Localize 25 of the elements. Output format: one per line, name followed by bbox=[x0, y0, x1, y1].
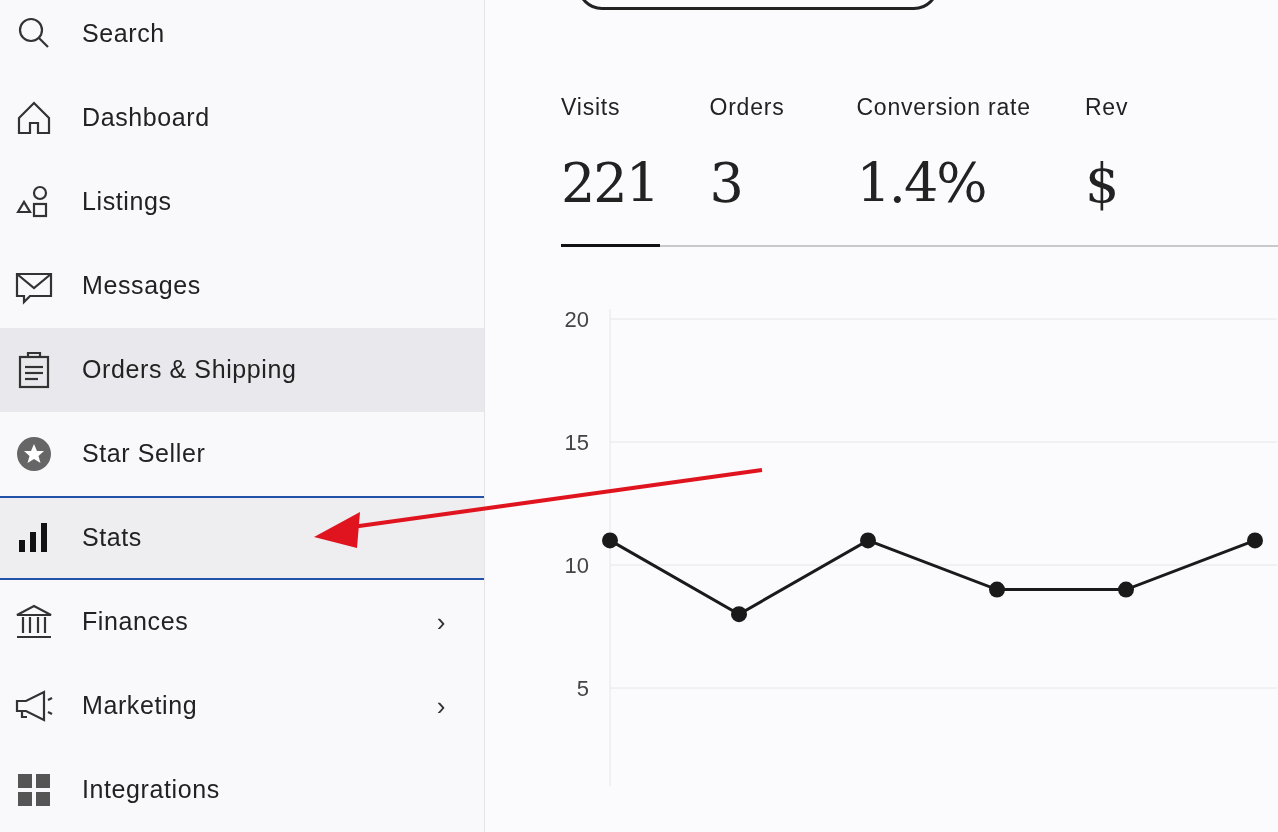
axis-tick-label: 10 bbox=[564, 553, 589, 578]
axis-tick-label: 15 bbox=[564, 430, 589, 455]
sidebar-item[interactable]: Marketing › bbox=[0, 664, 484, 748]
metric-tab[interactable]: Rev $ bbox=[1084, 87, 1229, 247]
data-point bbox=[1118, 581, 1134, 598]
data-point bbox=[860, 532, 876, 549]
sidebar-item[interactable]: Orders & Shipping bbox=[0, 328, 484, 412]
axis-tick-label: 5 bbox=[576, 676, 589, 701]
sidebar-item[interactable]: Search bbox=[0, 0, 484, 76]
star-badge-icon bbox=[14, 434, 54, 474]
data-point bbox=[989, 581, 1005, 598]
sidebar-item[interactable]: Dashboard bbox=[0, 76, 484, 160]
data-point bbox=[1247, 532, 1263, 549]
sidebar-item[interactable]: Listings bbox=[0, 160, 484, 244]
sidebar-item[interactable]: Finances › bbox=[0, 580, 484, 664]
data-point bbox=[602, 532, 618, 549]
sidebar-item[interactable]: Integrations bbox=[0, 748, 484, 832]
metric-tab[interactable]: Conversion rate 1.4% bbox=[856, 87, 1036, 247]
metric-tab[interactable]: Visits 221 bbox=[561, 87, 661, 247]
data-point bbox=[731, 606, 747, 623]
metric-tab[interactable]: Orders 3 bbox=[709, 87, 808, 247]
sidebar-item[interactable]: Star Seller bbox=[0, 412, 484, 496]
sidebar-item[interactable]: Stats bbox=[0, 496, 484, 580]
axis-tick-label: 20 bbox=[564, 307, 589, 332]
sidebar-item[interactable]: Messages bbox=[0, 244, 484, 328]
